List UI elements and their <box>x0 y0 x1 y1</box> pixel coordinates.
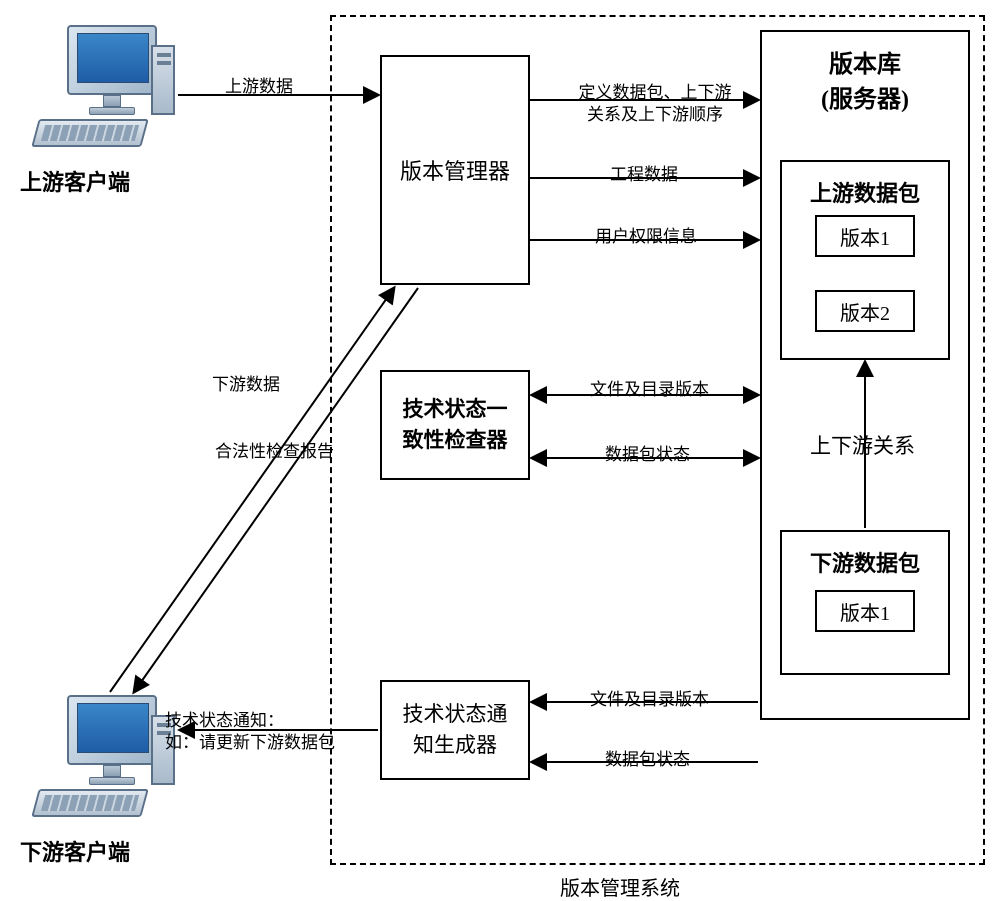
edge-engineering-data: 工程数据 <box>610 160 678 185</box>
downstream-client-icon <box>35 695 175 825</box>
notification-generator-label-2: 知生成器 <box>413 730 497 762</box>
edge-relation: 上下游关系 <box>810 430 915 460</box>
edge-file-dir-version-2: 文件及目录版本 <box>590 685 709 710</box>
repository-subtitle: (服务器) <box>821 79 909 114</box>
upstream-client-label: 上游客户端 <box>20 165 130 197</box>
define-packages-l2: 关系及上下游顺序 <box>587 105 723 124</box>
downstream-version-1-label: 版本1 <box>840 597 890 626</box>
edge-notification-text: 技术状态通知： 如：请更新下游数据包 <box>165 710 355 754</box>
notification-example: 如：请更新下游数据包 <box>165 733 335 752</box>
define-packages-l1: 定义数据包、上下游 <box>579 83 732 102</box>
edge-legality-report: 合法性检查报告 <box>215 437 334 462</box>
notification-prefix: 技术状态通知： <box>165 711 284 730</box>
edge-downstream-data: 下游数据 <box>212 370 280 395</box>
repository-title: 版本库 <box>829 44 901 79</box>
notification-generator-label-1: 技术状态通 <box>403 699 508 731</box>
edge-package-status-2: 数据包状态 <box>605 745 690 770</box>
upstream-version-2: 版本2 <box>815 290 915 332</box>
edge-package-status-1: 数据包状态 <box>605 440 690 465</box>
edge-define-packages: 定义数据包、上下游 关系及上下游顺序 <box>555 82 755 126</box>
consistency-checker-label-2: 致性检查器 <box>403 425 508 457</box>
downstream-package-label: 下游数据包 <box>810 546 920 578</box>
upstream-package-label: 上游数据包 <box>810 176 920 208</box>
version-manager-label: 版本管理器 <box>400 154 510 186</box>
version-manager-box: 版本管理器 <box>380 55 530 285</box>
system-caption: 版本管理系统 <box>560 872 680 901</box>
diagram-root: 上游客户端 下游客户端 版本管理系统 版本管理器 技术状态一 致性检查器 技术状… <box>0 0 1000 901</box>
upstream-version-1: 版本1 <box>815 215 915 257</box>
edge-upstream-data: 上游数据 <box>225 72 293 97</box>
notification-generator-box: 技术状态通 知生成器 <box>380 680 530 780</box>
edge-file-dir-version-1: 文件及目录版本 <box>590 375 709 400</box>
downstream-client-label: 下游客户端 <box>20 835 130 867</box>
upstream-version-1-label: 版本1 <box>840 222 890 251</box>
upstream-version-2-label: 版本2 <box>840 297 890 326</box>
consistency-checker-label-1: 技术状态一 <box>403 394 508 426</box>
edge-user-permissions: 用户权限信息 <box>595 222 697 247</box>
consistency-checker-box: 技术状态一 致性检查器 <box>380 370 530 480</box>
upstream-client-icon <box>35 25 175 155</box>
downstream-version-1: 版本1 <box>815 590 915 632</box>
